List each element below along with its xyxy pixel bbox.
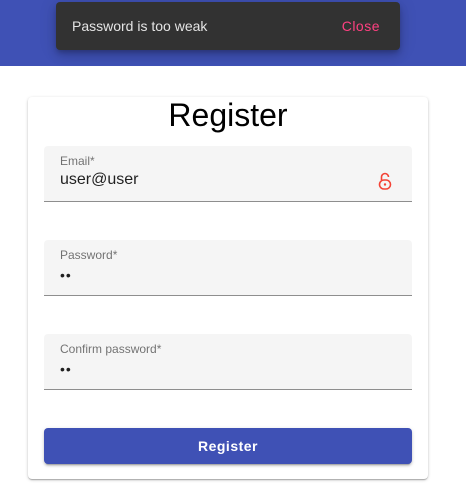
snackbar-message: Password is too weak xyxy=(72,18,208,34)
password-field[interactable]: Password* •• xyxy=(44,240,412,296)
confirm-password-field[interactable]: Confirm password* •• xyxy=(44,334,412,390)
password-value: •• xyxy=(60,267,72,283)
email-field[interactable]: Email* user@user xyxy=(44,146,412,202)
lock-open-icon xyxy=(378,172,392,190)
confirm-password-value: •• xyxy=(60,361,72,377)
confirm-password-label: Confirm password* xyxy=(60,342,162,356)
email-value: user@user xyxy=(60,171,139,188)
register-button[interactable]: Register xyxy=(44,428,412,464)
register-card: Register Email* user@user Password* •• C… xyxy=(28,97,428,479)
snackbar-close-button[interactable]: Close xyxy=(342,18,380,34)
password-label: Password* xyxy=(60,248,118,262)
email-label: Email* xyxy=(60,154,95,168)
snackbar: Password is too weak Close xyxy=(56,2,400,50)
page-title: Register xyxy=(168,97,288,133)
